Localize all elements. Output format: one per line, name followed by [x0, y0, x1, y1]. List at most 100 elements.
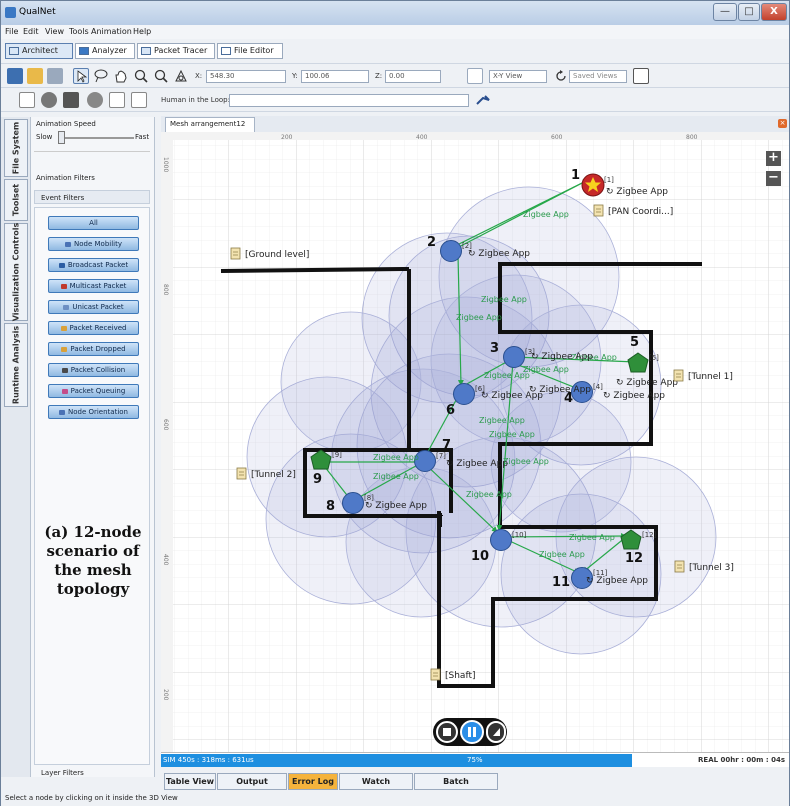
radio-range-circle	[280, 311, 422, 453]
tab-table-view[interactable]: Table View	[164, 773, 216, 790]
minimize-button[interactable]: —	[713, 3, 737, 21]
tab-error-log[interactable]: Error Log	[288, 773, 338, 790]
save-view-icon[interactable]	[633, 68, 649, 84]
save-icon[interactable]	[47, 68, 63, 84]
z-coord-field[interactable]: 0.00	[385, 70, 441, 83]
stop-icon	[443, 728, 451, 736]
edit-icon[interactable]	[109, 92, 125, 108]
tab-file-editor[interactable]: File Editor	[217, 43, 283, 59]
maximize-button[interactable]: □	[738, 3, 760, 21]
menu-tools[interactable]: Tools	[69, 27, 89, 36]
filter-packet-dropped-button[interactable]: Packet Dropped	[48, 342, 139, 356]
tunnel-3-label: [Tunnel 3]	[689, 563, 734, 573]
x-coord-field[interactable]: 548.30	[206, 70, 286, 83]
pan-coordinator-label: [PAN Coordi...]	[608, 207, 673, 217]
node-8-number: 8	[326, 499, 335, 514]
menu-bar: File Edit View Tools Animation Help	[1, 25, 789, 39]
zoom-plus-button[interactable]: +	[766, 151, 781, 166]
ruler-x-tick: 600	[551, 134, 563, 141]
tab-watch-variables[interactable]: Watch Variables	[339, 773, 413, 801]
note-icon	[674, 560, 685, 573]
tab-output-window[interactable]: Output Window	[217, 773, 287, 801]
node-1-tag: [1]	[604, 176, 614, 184]
tab-file-system[interactable]: File System	[4, 119, 28, 177]
new-file-icon[interactable]	[7, 68, 23, 84]
simulation-status-bar: SIM 450s : 318ms : 631us 75% REAL 00hr :…	[161, 752, 789, 767]
broadcast-icon	[58, 262, 65, 268]
device-icon[interactable]	[87, 92, 103, 108]
zoom-minus-button[interactable]: −	[766, 171, 781, 186]
step-button[interactable]	[486, 721, 506, 743]
rotate-view-icon[interactable]	[173, 68, 189, 84]
node-app-label: ↻ Zigbee App	[468, 249, 530, 259]
node-app-label: ↻ Zigbee App	[446, 459, 508, 469]
x-coord-label: X:	[195, 72, 203, 80]
open-folder-icon[interactable]	[27, 68, 43, 84]
view-select[interactable]: X-Y View	[489, 70, 547, 83]
chart-icon[interactable]	[131, 92, 147, 108]
ruler-y-tick: 400	[162, 554, 169, 566]
speed-slider-thumb[interactable]	[58, 131, 65, 144]
filter-node-mobility-button[interactable]: Node Mobility	[48, 237, 139, 251]
menu-animation[interactable]: Animation	[91, 27, 132, 36]
hitl-send-icon[interactable]	[475, 92, 491, 108]
saved-views-select[interactable]: Saved Views	[569, 70, 627, 83]
y-coord-field[interactable]: 100.06	[301, 70, 369, 83]
tab-toolset[interactable]: Toolset	[4, 179, 28, 221]
menu-view[interactable]: View	[45, 27, 64, 36]
film-icon[interactable]	[63, 92, 79, 108]
filter-broadcast-button[interactable]: Broadcast Packet	[48, 258, 139, 272]
menu-file[interactable]: File	[5, 27, 18, 36]
filter-node-orientation-button[interactable]: Node Orientation	[48, 405, 139, 419]
zoom-in-icon[interactable]	[133, 68, 149, 84]
tab-analyzer[interactable]: Analyzer	[75, 43, 135, 59]
grid-toggle-icon[interactable]	[467, 68, 483, 84]
tab-packet-tracer[interactable]: Packet Tracer	[137, 43, 215, 59]
tab-mesh-arrangement[interactable]: Mesh arrangement12	[165, 117, 255, 132]
filter-multicast-button[interactable]: Multicast Packet	[48, 279, 139, 293]
hitl-input[interactable]	[229, 94, 469, 107]
node-10-icon	[490, 529, 512, 551]
status-footer: Select a node by clicking on it inside t…	[1, 791, 789, 806]
stop-button[interactable]	[436, 721, 458, 743]
filter-packet-queuing-button[interactable]: Packet Queuing	[48, 384, 139, 398]
tab-visualization-controls[interactable]: Visualization Controls	[4, 223, 28, 321]
close-tab-icon[interactable]: ×	[778, 119, 787, 128]
animation-speed-label: Animation Speed	[36, 120, 96, 128]
node-5-number: 5	[630, 335, 639, 350]
node-12-tag: [12]	[642, 531, 657, 539]
scenario-canvas[interactable]: 200 400 600 800 1000 800 600 400 200 Zigbee App Z…	[161, 132, 789, 752]
close-button[interactable]: X	[761, 3, 787, 21]
zoom-out-icon[interactable]	[153, 68, 169, 84]
link-app-label: Zigbee App	[466, 490, 512, 499]
speed-slider-track[interactable]	[58, 137, 134, 139]
tunnel-2-label: [Tunnel 2]	[251, 470, 296, 480]
filter-packet-received-button[interactable]: Packet Received	[48, 321, 139, 335]
tab-batch-experiments[interactable]: Batch Experiments	[414, 773, 498, 801]
reset-view-icon[interactable]	[553, 68, 569, 84]
node-mobility-icon	[65, 241, 71, 247]
tab-runtime-analysis[interactable]: Runtime Analysis	[4, 323, 28, 407]
fast-label: Fast	[135, 133, 150, 141]
pause-button[interactable]	[460, 720, 484, 744]
hitl-label: Human in the Loop:	[161, 96, 230, 104]
pan-hand-icon[interactable]	[113, 68, 129, 84]
settings-gear-icon[interactable]	[41, 92, 57, 108]
tab-architect[interactable]: Architect	[5, 43, 73, 59]
real-time: REAL 00hr : 00m : 04s	[698, 756, 785, 764]
link-app-label: Zigbee App	[569, 533, 615, 542]
filter-packet-collision-button[interactable]: Packet Collision	[48, 363, 139, 377]
link-app-label: Zigbee App	[481, 295, 527, 304]
filter-unicast-button[interactable]: Unicast Packet	[48, 300, 139, 314]
node-app-label: ↻ Zigbee App	[586, 576, 648, 586]
layer-icon[interactable]	[19, 92, 35, 108]
select-arrow-icon[interactable]	[73, 68, 89, 84]
menu-help[interactable]: Help	[133, 27, 151, 36]
lasso-icon[interactable]	[93, 68, 109, 84]
filter-all-button[interactable]: All	[48, 216, 139, 230]
shaft-label: [Shaft]	[445, 671, 476, 681]
note-icon	[593, 204, 604, 217]
menu-edit[interactable]: Edit	[23, 27, 39, 36]
tool-toolbar: X: 548.30 Y: 100.06 Z: 0.00 X-Y View Sav…	[1, 64, 789, 88]
vertical-tab-strip: File System Toolset Visualization Contro…	[1, 117, 31, 777]
